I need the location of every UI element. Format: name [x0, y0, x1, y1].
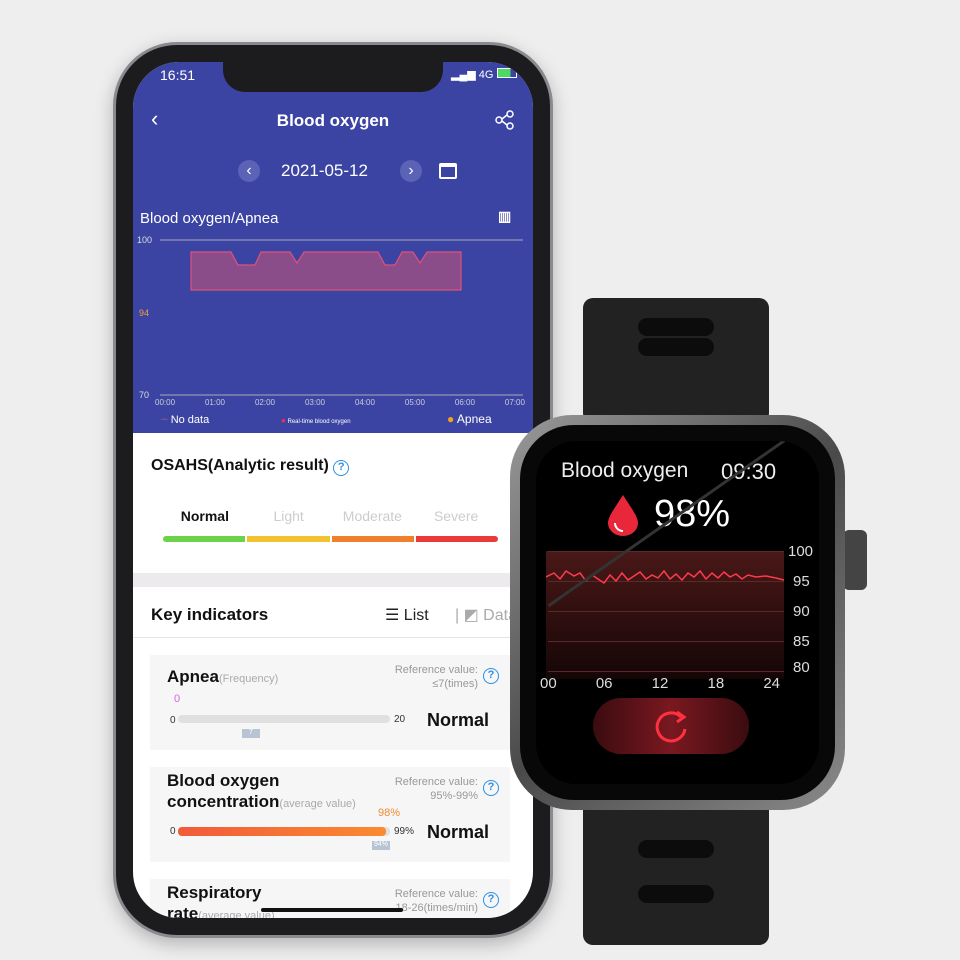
- x-tick: 06:00: [454, 398, 475, 407]
- y-tick: 94: [139, 308, 150, 318]
- watch-y-tick: 95: [793, 573, 810, 590]
- max-label: 99%: [394, 826, 415, 837]
- help-icon[interactable]: ?: [483, 668, 499, 684]
- y-tick: 100: [137, 235, 153, 245]
- help-icon[interactable]: ?: [333, 460, 350, 476]
- watch-screen: Blood oxygen 09:30 98% 100 95 90 85 80 0…: [536, 441, 819, 784]
- bar-chart-icon[interactable]: ▥: [498, 208, 511, 225]
- min-label: 0: [170, 826, 176, 837]
- watch-case: Blood oxygen 09:30 98% 100 95 90 85 80 0…: [510, 415, 845, 810]
- watch-x-axis: 00 06 12 18 24: [540, 675, 780, 692]
- share-icon[interactable]: [495, 110, 515, 130]
- indicator-name: Apnea(Frequency): [167, 667, 279, 686]
- max-label: 20: [394, 714, 406, 725]
- watch-y-tick: 85: [793, 633, 810, 650]
- osahs-title: OSAHS(Analytic result) ?: [151, 457, 350, 476]
- divider: [133, 637, 533, 638]
- legend-apnea: ● Apnea: [447, 412, 492, 426]
- y-tick: 70: [139, 390, 150, 400]
- battery-icon: [496, 68, 517, 78]
- date-label: 2021-05-12: [281, 161, 368, 180]
- level-normal: Normal: [180, 508, 229, 524]
- x-tick: 05:00: [404, 398, 425, 407]
- oxygen-bar: [178, 827, 390, 836]
- status-network: ▂▄▆ 4G: [451, 68, 517, 81]
- watch-y-tick: 90: [793, 603, 810, 620]
- list-toggle[interactable]: ☰ List: [385, 605, 429, 625]
- notch: [223, 62, 443, 92]
- status-label: Normal: [427, 710, 490, 730]
- osahs-levels: Normal Light Moderate Severe: [163, 508, 498, 524]
- x-tick: 02:00: [254, 398, 275, 407]
- indicator-name: Respiratory rate(average value): [167, 883, 275, 918]
- indicator-value: 98%: [378, 807, 401, 819]
- home-indicator[interactable]: [261, 908, 403, 912]
- data-toggle[interactable]: | ◩ Data: [455, 605, 517, 625]
- help-icon[interactable]: ?: [483, 780, 499, 796]
- calendar-icon[interactable]: [439, 163, 457, 179]
- watch-y-tick: 100: [788, 543, 814, 560]
- chart-title: Blood oxygen/Apnea: [140, 210, 279, 227]
- level-light: Light: [273, 508, 304, 524]
- watch-strap-bottom: [583, 800, 769, 945]
- osahs-bar: [163, 536, 498, 542]
- status-label: Normal: [427, 822, 490, 842]
- reference-value: Reference value: ≤7(times): [394, 664, 478, 690]
- prev-date-button[interactable]: ‹: [238, 160, 260, 182]
- watch-title: Blood oxygen: [561, 459, 689, 482]
- indicator-name: Blood oxygen concentration(average value): [167, 771, 356, 811]
- refresh-icon: [655, 710, 687, 743]
- legend-no-data: ┈ No data: [161, 414, 210, 426]
- x-tick: 07:00: [504, 398, 525, 407]
- watch-x-tick: 24: [763, 675, 780, 692]
- watch-x-tick: 00: [540, 675, 557, 692]
- level-moderate: Moderate: [342, 508, 402, 524]
- watch-bezel: Blood oxygen 09:30 98% 100 95 90 85 80 0…: [520, 425, 835, 800]
- next-date-button[interactable]: ›: [400, 160, 422, 182]
- reference-value: Reference value: 95%-99%: [394, 776, 478, 802]
- x-tick: 03:00: [304, 398, 325, 407]
- watch-x-tick: 12: [651, 675, 669, 692]
- watch-strap-top: [583, 298, 769, 423]
- reference-marker: 7: [242, 729, 260, 738]
- watch-refresh-button[interactable]: [593, 698, 749, 754]
- level-severe: Severe: [433, 508, 479, 524]
- blood-drop-icon: [608, 495, 638, 536]
- watch-crown[interactable]: [843, 530, 867, 590]
- watch-x-tick: 06: [595, 675, 613, 692]
- help-icon[interactable]: ?: [483, 892, 499, 908]
- x-axis: 00:00 01:00 02:00 03:00 04:00 05:00 06:00 07:00: [155, 398, 525, 407]
- indicator-card-respiratory[interactable]: Respiratory rate(average value) Reference…: [150, 879, 510, 918]
- phone-screen: 16:51 ▂▄▆ 4G ‹ Blood oxygen ‹ 2021-05-12…: [133, 62, 533, 918]
- watch-y-tick: 80: [793, 659, 810, 676]
- indicator-value: 0: [174, 693, 181, 705]
- indicator-card-blood-oxygen[interactable]: Blood oxygen concentration(average value)…: [150, 767, 510, 862]
- reference-marker: 94%: [372, 841, 390, 850]
- x-tick: 00:00: [155, 398, 176, 407]
- watch-x-tick: 18: [707, 675, 725, 692]
- indicator-card-apnea[interactable]: Apnea(Frequency) Reference value: ≤7(time…: [150, 655, 510, 750]
- min-label: 0: [170, 715, 176, 726]
- x-tick: 01:00: [204, 398, 226, 407]
- key-indicators-title: Key indicators: [151, 605, 269, 624]
- legend-realtime: ● Real-time blood oxygen: [281, 416, 351, 425]
- apnea-bar: [178, 715, 390, 723]
- x-tick: 04:00: [354, 398, 375, 407]
- status-time: 16:51: [160, 67, 196, 83]
- watch-value: 98%: [654, 493, 731, 535]
- page-title: Blood oxygen: [276, 111, 390, 130]
- divider: [133, 573, 533, 587]
